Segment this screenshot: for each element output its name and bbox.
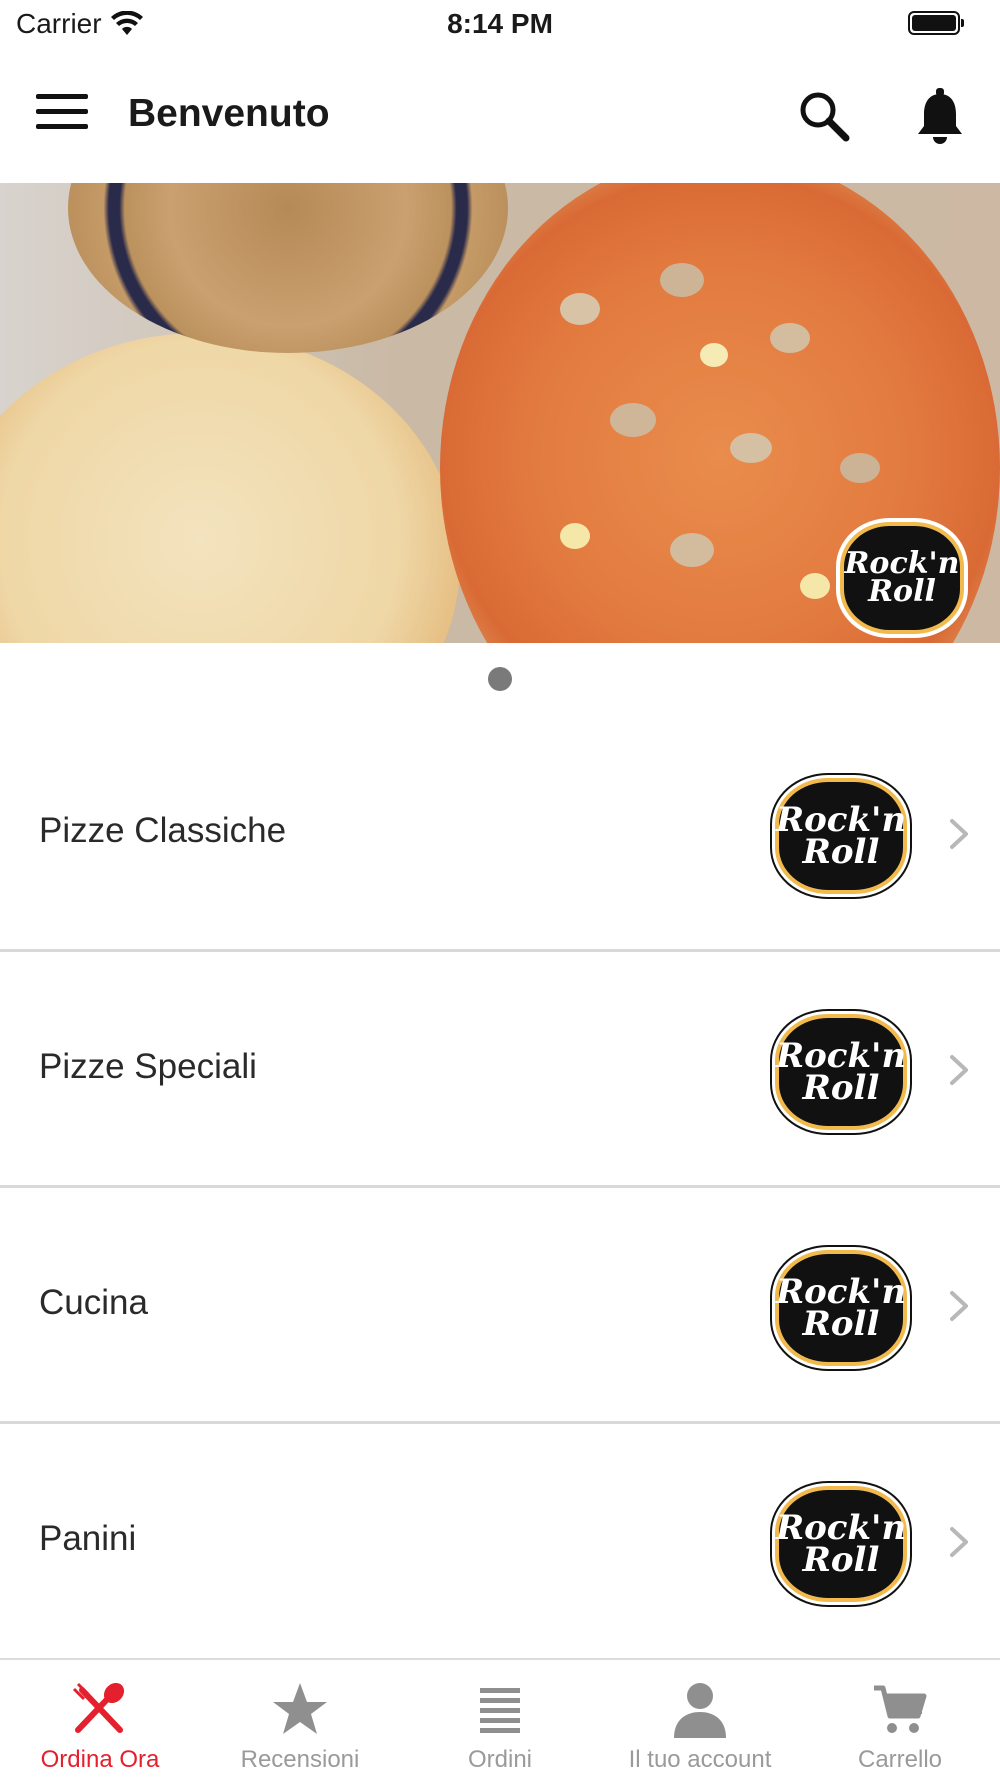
tab-recensioni[interactable]: Recensioni (200, 1660, 400, 1780)
app-header: Benvenuto (0, 50, 1000, 182)
category-item-pizze-classiche[interactable]: Pizze Classiche Rock'n Roll (0, 716, 1000, 952)
category-logo: Rock'n Roll (775, 778, 907, 894)
status-bar: Carrier 8:14 PM (0, 0, 1000, 50)
tab-carrello[interactable]: Carrello (800, 1660, 1000, 1780)
tab-bar: Ordina Ora Recensioni Ordini Il tuo acco… (0, 1658, 1000, 1780)
cart-icon (874, 1685, 927, 1733)
category-label: Pizze Classiche (39, 811, 287, 850)
tab-label: Ordini (467, 1746, 533, 1773)
logo-line: Roll (802, 1540, 880, 1580)
utensils-icon (72, 1682, 125, 1733)
status-time: 8:14 PM (447, 8, 553, 39)
tab-ordina-ora[interactable]: Ordina Ora (0, 1660, 200, 1780)
page-title: Benvenuto (128, 92, 330, 135)
category-label: Panini (39, 1519, 137, 1558)
category-item-panini[interactable]: Panini Rock'n Roll (0, 1424, 1000, 1660)
tab-label: Ordina Ora (40, 1746, 160, 1773)
category-logo: Rock'n Roll (775, 1250, 907, 1366)
chevron-right-icon (950, 819, 968, 849)
category-item-pizze-speciali[interactable]: Pizze Speciali Rock'n Roll (0, 952, 1000, 1188)
chevron-right-icon (950, 1527, 968, 1557)
category-list: Pizze Classiche Rock'n Roll Pizze Specia… (0, 716, 1000, 1660)
hamburger-icon-bar (36, 124, 88, 129)
hamburger-icon-bar (36, 109, 88, 114)
logo-line: Roll (802, 832, 880, 872)
chevron-right-icon (950, 1291, 968, 1321)
tab-label: Recensioni (240, 1746, 360, 1773)
banner-page-indicator[interactable] (488, 667, 512, 691)
category-logo: Rock'n Roll (775, 1014, 907, 1130)
list-icon (480, 1688, 520, 1733)
bell-icon[interactable] (912, 86, 968, 146)
logo-line: Roll (802, 1304, 880, 1344)
star-icon (273, 1683, 327, 1734)
brand-logo: Rock'n Roll (840, 522, 964, 634)
battery-icon (908, 11, 964, 35)
menu-button[interactable] (36, 92, 88, 132)
category-label: Pizze Speciali (39, 1047, 257, 1086)
user-icon (674, 1683, 726, 1738)
logo-line: Roll (868, 574, 936, 609)
tab-label: Carrello (857, 1746, 943, 1773)
tab-label: Il tuo account (628, 1746, 772, 1773)
logo-line: Roll (802, 1068, 880, 1108)
category-logo: Rock'n Roll (775, 1486, 907, 1602)
tab-ordini[interactable]: Ordini (400, 1660, 600, 1780)
category-label: Cucina (39, 1283, 148, 1322)
hamburger-icon (36, 94, 88, 99)
tab-il-tuo-account[interactable]: Il tuo account (600, 1660, 800, 1780)
category-item-cucina[interactable]: Cucina Rock'n Roll (0, 1188, 1000, 1424)
search-icon[interactable] (796, 88, 852, 144)
chevron-right-icon (950, 1055, 968, 1085)
